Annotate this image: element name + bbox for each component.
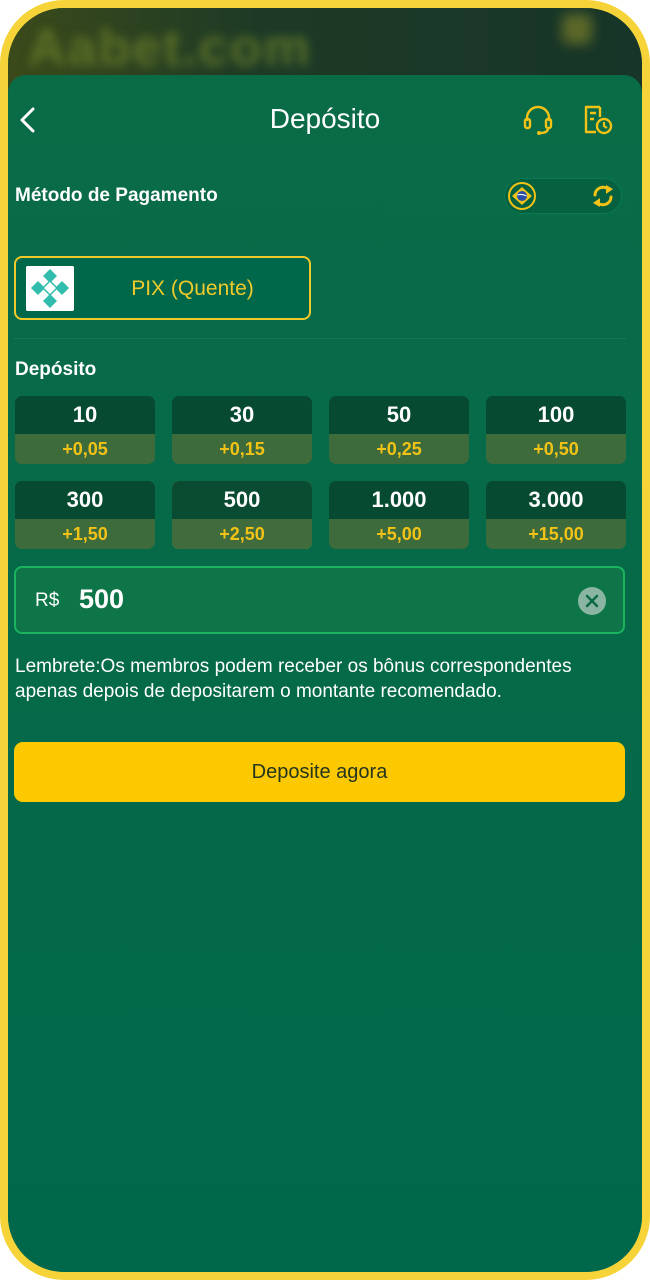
deposit-now-button[interactable]: Deposite agora	[14, 742, 625, 802]
amount-option[interactable]: 10 +0,05	[15, 396, 155, 464]
amount-value: 50	[329, 396, 469, 434]
payment-method-name: PIX (Quente)	[131, 277, 254, 300]
screen: Aabet.com Depósito Método de Pagamento P…	[8, 8, 642, 1272]
amount-input-value[interactable]: 500	[79, 584, 124, 615]
amount-value: 10	[15, 396, 155, 434]
amount-options-grid: 10 +0,05 30 +0,15 50 +0,25 100 +0,50 300	[15, 396, 626, 551]
brazil-flag-icon[interactable]	[508, 182, 536, 210]
amount-value: 300	[15, 481, 155, 519]
amount-option[interactable]: 300 +1,50	[15, 481, 155, 549]
payment-method-label: Método de Pagamento	[15, 185, 218, 206]
background-brand-logo: Aabet.com	[28, 19, 312, 77]
amount-bonus: +0,50	[533, 439, 579, 459]
currency-symbol: R$	[35, 590, 60, 611]
amount-option-selected[interactable]: 500 +2,50	[172, 481, 312, 549]
payment-method-pix[interactable]: PIX (Quente)	[14, 256, 311, 320]
amount-option[interactable]: 50 +0,25	[329, 396, 469, 464]
amount-input[interactable]: R$ 500	[14, 566, 625, 634]
amount-bonus: +5,00	[376, 524, 422, 544]
receipt-clock-icon[interactable]	[578, 101, 614, 137]
amount-value: 3.000	[486, 481, 626, 519]
headset-icon[interactable]	[520, 101, 556, 137]
amount-bonus: +0,15	[219, 439, 265, 459]
header: Depósito	[8, 75, 642, 165]
amount-option[interactable]: 3.000 +15,00	[486, 481, 626, 549]
pix-logo-icon	[26, 266, 74, 311]
amount-option[interactable]: 100 +0,50	[486, 396, 626, 464]
reminder-text: Lembrete:Os membros podem receber os bôn…	[15, 656, 572, 702]
divider	[14, 338, 626, 339]
deposit-sheet: Depósito Método de Pagamento PIX (Quente…	[8, 75, 642, 1272]
phone-frame: Aabet.com Depósito Método de Pagamento P…	[0, 0, 650, 1280]
amount-bonus: +2,50	[172, 519, 312, 549]
amount-bonus: +15,00	[528, 524, 584, 544]
background-corner-icon	[562, 14, 592, 44]
amount-option[interactable]: 30 +0,15	[172, 396, 312, 464]
amount-bonus: +0,05	[62, 439, 108, 459]
amount-value: 500	[172, 481, 312, 519]
deposit-label: Depósito	[15, 359, 97, 380]
amount-bonus: +0,25	[376, 439, 422, 459]
clear-icon[interactable]	[577, 586, 607, 616]
amount-bonus: +1,50	[62, 524, 108, 544]
amount-value: 1.000	[329, 481, 469, 519]
currency-toggle[interactable]	[504, 178, 622, 214]
amount-value: 100	[486, 396, 626, 434]
amount-option[interactable]: 1.000 +5,00	[329, 481, 469, 549]
amount-value: 30	[172, 396, 312, 434]
refresh-icon[interactable]	[588, 181, 618, 211]
